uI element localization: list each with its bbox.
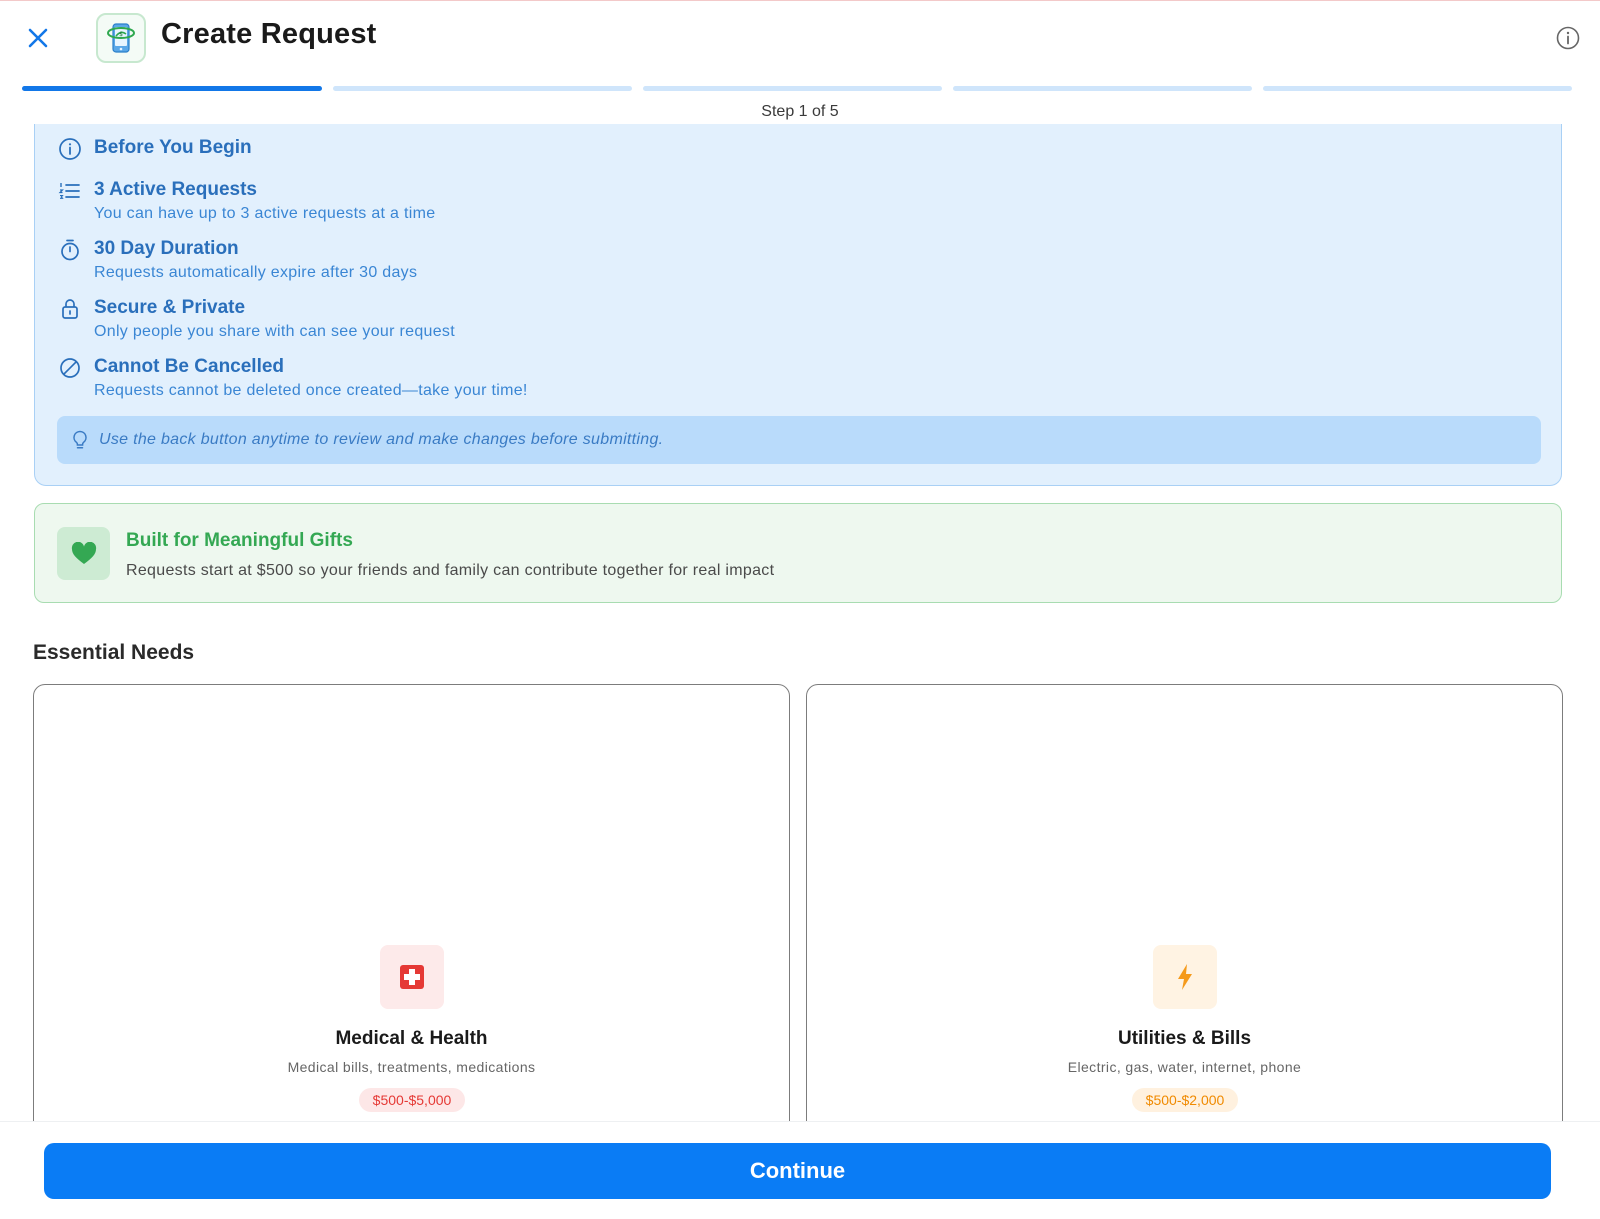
info-icon	[1556, 26, 1580, 50]
category-description: Electric, gas, water, internet, phone	[1067, 1059, 1302, 1075]
category-description: Medical bills, treatments, medications	[287, 1059, 536, 1075]
before-you-begin-heading-row: Before You Begin	[57, 136, 252, 162]
info-circle-icon	[59, 138, 81, 160]
info-item-secure: Secure & Private Only people you share w…	[57, 296, 455, 341]
info-item-title: Cannot Be Cancelled	[94, 356, 285, 377]
page-title: Create Request	[161, 18, 377, 50]
essential-needs-heading: Essential Needs	[33, 641, 195, 664]
info-item-subtitle: Requests automatically expire after 30 d…	[94, 264, 418, 281]
gift-icon-badge	[57, 527, 110, 580]
category-card-medical[interactable]: Medical & Health Medical bills, treatmen…	[33, 684, 790, 1154]
lightbulb-icon	[73, 430, 87, 449]
close-button[interactable]	[24, 24, 52, 52]
info-item-title: Secure & Private	[94, 297, 246, 318]
progress-segment-3	[643, 86, 942, 91]
info-item-title: 30 Day Duration	[94, 238, 239, 259]
info-item-subtitle: You can have up to 3 active requests at …	[94, 205, 436, 222]
price-range-badge: $500-$2,000	[1132, 1088, 1238, 1112]
before-you-begin-card: Before You Begin 3 Active Requests You c…	[34, 124, 1562, 486]
progress-segment-4	[953, 86, 1252, 91]
list-icon	[58, 183, 80, 199]
phone-globe-logo-icon: $	[107, 23, 135, 53]
gift-banner-subtitle: Requests start at $500 so your friends a…	[126, 562, 775, 579]
meaningful-gifts-banner: Built for Meaningful Gifts Requests star…	[34, 503, 1562, 603]
header: $ Create Request	[0, 0, 1600, 78]
info-item-subtitle: Only people you share with can see your …	[94, 323, 455, 340]
gift-banner-title: Built for Meaningful Gifts	[126, 530, 353, 551]
progress-segment-1	[22, 86, 322, 91]
svg-text:$: $	[119, 31, 123, 38]
medical-cross-icon	[400, 965, 424, 989]
continue-button[interactable]: Continue	[44, 1143, 1551, 1199]
app-logo: $	[96, 13, 146, 63]
step-progress-bar	[22, 86, 1572, 91]
info-item-title: 3 Active Requests	[94, 179, 257, 200]
info-item-subtitle: Requests cannot be deleted once created—…	[94, 382, 528, 399]
lock-icon	[62, 299, 78, 319]
before-you-begin-heading: Before You Begin	[94, 137, 252, 158]
info-item-active-requests: 3 Active Requests You can have up to 3 a…	[57, 178, 435, 223]
category-icon-badge	[380, 945, 444, 1009]
category-card-utilities[interactable]: Utilities & Bills Electric, gas, water, …	[806, 684, 1563, 1154]
tip-text: Use the back button anytime to review an…	[99, 431, 664, 448]
category-icon-badge	[1153, 945, 1217, 1009]
ban-icon	[60, 358, 80, 378]
heart-icon	[71, 541, 96, 564]
info-item-duration: 30 Day Duration Requests automatically e…	[57, 237, 417, 282]
timer-icon	[61, 239, 79, 261]
footer-bar: Continue	[0, 1121, 1600, 1219]
price-range-badge: $500-$5,000	[359, 1088, 465, 1112]
step-label: Step 1 of 5	[761, 103, 839, 120]
tip-banner: Use the back button anytime to review an…	[57, 416, 1541, 464]
info-button[interactable]	[1555, 25, 1581, 51]
progress-segment-5	[1263, 86, 1572, 91]
category-name: Medical & Health	[335, 1028, 488, 1049]
close-icon	[28, 28, 48, 48]
progress-segment-2	[333, 86, 632, 91]
category-name: Utilities & Bills	[1117, 1028, 1252, 1049]
lightning-icon	[1178, 964, 1192, 990]
info-item-cannot-cancel: Cannot Be Cancelled Requests cannot be d…	[57, 355, 528, 400]
